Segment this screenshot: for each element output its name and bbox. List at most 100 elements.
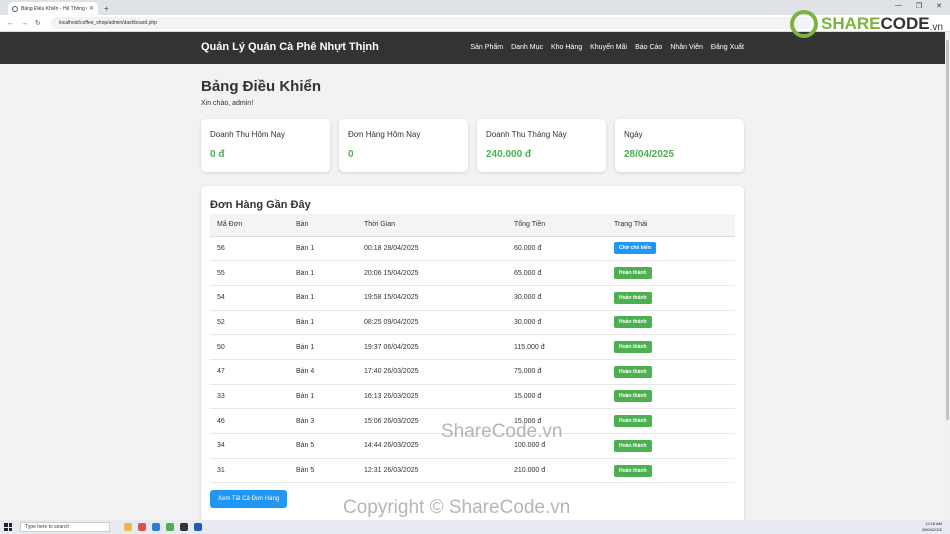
logo-text-tld: .vn: [929, 21, 943, 33]
minimize-icon[interactable]: —: [895, 2, 902, 10]
table-cell: Bàn 1: [296, 384, 364, 410]
table-row: 55 Bàn 1 20:06 15/04/2025 65.000 đ Hoàn thàn…: [210, 260, 735, 286]
time-cell: 20:06 15/04/2025: [364, 260, 514, 286]
stat-card-today-revenue: Doanh Thu Hôm Nay 0 đ: [201, 119, 330, 172]
table-cell: Bàn 5: [296, 433, 364, 459]
table-cell: Bàn 1: [296, 334, 364, 360]
nav-logout[interactable]: Đăng Xuất: [711, 44, 744, 51]
time-cell: 08:25 09/04/2025: [364, 310, 514, 336]
nav-promotions[interactable]: Khuyến Mãi: [590, 44, 627, 51]
taskbar-search-input[interactable]: Type here to search: [20, 522, 110, 532]
table-row: 52 Bàn 1 08:25 09/04/2025 30.000 đ Hoàn thàn…: [210, 310, 735, 336]
windows-start-icon[interactable]: [4, 523, 12, 531]
sharecode-logo-icon: [790, 10, 818, 38]
system-tray-clock[interactable]: 12:18 AM 28/04/2025: [922, 521, 942, 533]
nav-staff[interactable]: Nhân Viên: [670, 44, 703, 51]
app-icon[interactable]: [138, 523, 146, 531]
file-explorer-icon[interactable]: [124, 523, 132, 531]
browser-tab-title: Bảng Điều Khiển - Hệ Thống C: [21, 5, 87, 12]
col-table: Bàn: [296, 214, 364, 237]
status-cell: Hoàn thành: [614, 334, 735, 360]
table-cell: Bàn 1: [296, 236, 364, 262]
close-tab-icon[interactable]: ✕: [89, 5, 94, 12]
url-input[interactable]: localhost/coffee_shop/admin/dashboard.ph…: [50, 17, 811, 29]
table-header-row: Mã Đơn Bàn Thời Gian Tổng Tiền Trạng Thá…: [210, 214, 735, 237]
total-cell: 30.000 đ: [514, 285, 614, 311]
view-all-orders-button[interactable]: Xem Tất Cả Đơn Hàng: [210, 490, 288, 508]
stat-value: 0: [348, 149, 354, 160]
order-id-cell: 46: [210, 408, 296, 434]
stat-label: Doanh Thu Tháng Này: [486, 130, 567, 139]
status-cell: Hoàn thành: [614, 458, 735, 484]
table-row: 54 Bàn 1 19:58 15/04/2025 30.000 đ Hoàn thàn…: [210, 285, 735, 311]
status-cell: Hoàn thành: [614, 310, 735, 336]
page-scrollbar[interactable]: [945, 32, 950, 520]
total-cell: 30.000 đ: [514, 310, 614, 336]
time-cell: 19:58 15/04/2025: [364, 285, 514, 311]
col-total: Tổng Tiền: [514, 214, 614, 237]
stat-value: 28/04/2025: [624, 149, 675, 160]
nav-inventory[interactable]: Kho Hàng: [551, 44, 582, 51]
order-id-cell: 55: [210, 260, 296, 286]
order-id-cell: 31: [210, 458, 296, 484]
stat-label: Đơn Hàng Hôm Nay: [348, 130, 421, 139]
total-cell: 115.000 đ: [514, 334, 614, 360]
order-id-cell: 56: [210, 236, 296, 262]
time-cell: 19:37 06/04/2025: [364, 334, 514, 360]
table-cell: Bàn 1: [296, 285, 364, 311]
word-icon[interactable]: [194, 523, 202, 531]
status-badge: Hoàn thành: [614, 341, 652, 354]
reload-icon[interactable]: ↻: [35, 19, 41, 27]
table-row: 56 Bàn 1 00:18 28/04/2025 60.000 đ Chờ chế b…: [210, 236, 735, 262]
back-icon[interactable]: ←: [7, 20, 14, 27]
recent-orders-panel: Đơn Hàng Gần Đây Mã Đơn Bàn Thời Gian Tổ…: [201, 186, 744, 526]
sharecode-logo: SHARE CODE .vn: [790, 10, 943, 38]
tray-date: 28/04/2025: [921, 527, 942, 532]
nav-reports[interactable]: Báo Cáo: [635, 44, 662, 51]
status-cell: Hoàn thành: [614, 384, 735, 410]
nav-categories[interactable]: Danh Mục: [511, 44, 543, 51]
status-cell: Hoàn thành: [614, 285, 735, 311]
maximize-icon[interactable]: ❐: [916, 2, 922, 10]
col-time: Thời Gian: [364, 214, 514, 237]
stat-card-month-revenue: Doanh Thu Tháng Này 240.000 đ: [477, 119, 606, 172]
status-badge: Hoàn thành: [614, 291, 652, 304]
forward-icon[interactable]: →: [21, 20, 28, 27]
stat-label: Ngày: [624, 130, 643, 139]
new-tab-icon[interactable]: +: [104, 4, 109, 13]
brand-title[interactable]: Quản Lý Quán Cà Phê Nhựt Thịnh: [201, 41, 379, 53]
status-cell: Hoàn thành: [614, 359, 735, 385]
table-row: 31 Bàn 5 12:31 26/03/2025 210.000 đ Hoàn thà…: [210, 458, 735, 484]
vscode-icon[interactable]: [152, 523, 160, 531]
order-id-cell: 54: [210, 285, 296, 311]
status-cell: Hoàn thành: [614, 260, 735, 286]
stat-card-date: Ngày 28/04/2025: [615, 119, 744, 172]
center-watermark: ShareCode.vn: [441, 421, 563, 442]
scrollbar-thumb[interactable]: [946, 40, 949, 420]
order-id-cell: 34: [210, 433, 296, 459]
terminal-icon[interactable]: [180, 523, 188, 531]
status-badge: Hoàn thành: [614, 267, 652, 280]
total-cell: 75.000 đ: [514, 359, 614, 385]
stat-card-today-orders: Đơn Hàng Hôm Nay 0: [339, 119, 468, 172]
copyright-watermark: Copyright © ShareCode.vn: [343, 497, 571, 518]
chrome-icon[interactable]: [166, 523, 174, 531]
table-row: 47 Bàn 4 17:40 26/03/2025 75.000 đ Hoàn thàn…: [210, 359, 735, 385]
table-row: 50 Bàn 1 19:37 06/04/2025 115.000 đ Hoàn thà…: [210, 334, 735, 360]
logo-text-share: SHARE: [821, 14, 881, 33]
browser-tab[interactable]: Bảng Điều Khiển - Hệ Thống C ✕: [8, 2, 98, 15]
table-cell: Bàn 4: [296, 359, 364, 385]
time-cell: 16:13 26/03/2025: [364, 384, 514, 410]
window-close-icon[interactable]: ✕: [936, 2, 942, 10]
page-title: Bảng Điều Khiển: [201, 78, 322, 95]
nav-products[interactable]: Sản Phẩm: [470, 44, 503, 51]
status-badge: Hoàn thành: [614, 390, 652, 403]
total-cell: 15.000 đ: [514, 384, 614, 410]
order-id-cell: 33: [210, 384, 296, 410]
greeting-text: Xin chào, admin!: [201, 100, 254, 107]
window-controls: — ❐ ✕: [895, 2, 942, 10]
col-status: Trạng Thái: [614, 214, 735, 237]
table-cell: Bàn 3: [296, 408, 364, 434]
taskbar-apps: [124, 523, 202, 531]
order-id-cell: 47: [210, 359, 296, 385]
